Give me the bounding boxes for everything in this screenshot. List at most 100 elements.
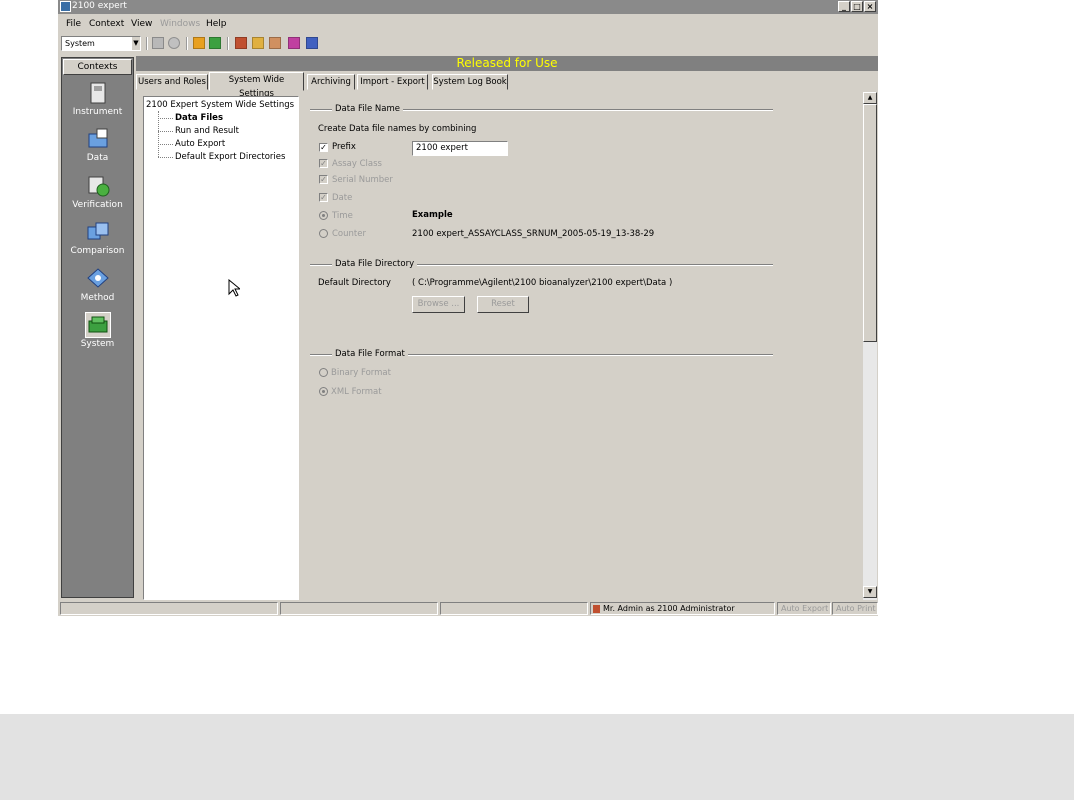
- assay-class-checkbox[interactable]: ✓: [319, 159, 328, 168]
- vertical-scrollbar[interactable]: ▲ ▼: [863, 92, 877, 600]
- tree-item-auto-export[interactable]: Auto Export: [175, 139, 225, 149]
- tree-connector: [158, 157, 173, 158]
- scroll-up-icon[interactable]: ▲: [863, 92, 877, 104]
- scroll-down-icon[interactable]: ▼: [863, 586, 877, 598]
- group-title-data-file-name: Data File Name: [332, 104, 403, 114]
- scroll-thumb[interactable]: [863, 104, 877, 342]
- context-method[interactable]: Method: [62, 266, 133, 303]
- tree-connector: [158, 131, 173, 132]
- context-system[interactable]: System: [62, 312, 133, 349]
- app-icon: [60, 1, 71, 12]
- group-title-data-file-directory: Data File Directory: [332, 259, 418, 269]
- context-instrument[interactable]: Instrument: [62, 80, 133, 117]
- assay-class-label: Assay Class: [332, 159, 382, 169]
- status-user-text: Mr. Admin as 2100 Administrator: [603, 604, 735, 613]
- menu-bar: File Context View Windows Help: [58, 16, 878, 32]
- context-label: Method: [80, 293, 115, 303]
- tab-import-export[interactable]: Import - Export: [357, 74, 428, 90]
- toolbar: System ▼: [58, 34, 878, 54]
- refresh-icon[interactable]: [168, 37, 180, 49]
- group-title-data-file-format: Data File Format: [332, 349, 408, 359]
- context-label: Instrument: [72, 107, 123, 117]
- hand-icon[interactable]: [252, 37, 264, 49]
- counter-label: Counter: [332, 229, 366, 239]
- tab-system-wide-settings[interactable]: System Wide Settings: [209, 72, 304, 99]
- maximize-button[interactable]: □: [851, 1, 863, 12]
- browse-button[interactable]: Browse ...: [412, 296, 465, 313]
- export-icon[interactable]: [209, 37, 221, 49]
- instrument-icon: [85, 80, 111, 106]
- context-verification[interactable]: Verification: [62, 173, 133, 210]
- grid-icon[interactable]: [306, 37, 318, 49]
- xml-format-radio[interactable]: [319, 387, 328, 396]
- system-icon: [84, 312, 111, 338]
- settings-tree: 2100 Expert System Wide Settings Data Fi…: [143, 96, 299, 600]
- prefix-checkbox[interactable]: ✓: [319, 143, 328, 152]
- tree-item-default-export-directories[interactable]: Default Export Directories: [175, 152, 285, 162]
- contexts-header-button[interactable]: Contexts: [63, 59, 132, 75]
- context-label: Verification: [72, 200, 123, 210]
- prefix-label: Prefix: [332, 142, 356, 152]
- status-panel: [440, 602, 588, 615]
- binary-format-radio[interactable]: [319, 368, 328, 377]
- title-bar: 2100 expert _ □ ×: [58, 0, 878, 14]
- counter-radio[interactable]: [319, 229, 328, 238]
- user-icon: [593, 605, 600, 613]
- method-icon: [85, 266, 111, 292]
- context-data[interactable]: Data: [62, 126, 133, 163]
- data-icon: [85, 126, 111, 152]
- tree-item-run-and-result[interactable]: Run and Result: [175, 126, 239, 136]
- status-user: Mr. Admin as 2100 Administrator: [590, 602, 775, 615]
- status-panel: [60, 602, 278, 615]
- example-label: Example: [412, 210, 453, 220]
- serial-number-checkbox[interactable]: ✓: [319, 175, 328, 184]
- tab-users-and-roles[interactable]: Users and Roles: [136, 74, 208, 90]
- verification-icon: [85, 173, 111, 199]
- status-auto-export: Auto Export: [777, 602, 831, 615]
- example-filename: 2100 expert_ASSAYCLASS_SRNUM_2005-05-19_…: [412, 229, 655, 239]
- tree-root[interactable]: 2100 Expert System Wide Settings: [146, 100, 294, 110]
- toolbar-separator: [227, 37, 229, 50]
- menu-windows[interactable]: Windows: [160, 19, 200, 29]
- comparison-icon: [85, 219, 111, 245]
- menu-help[interactable]: Help: [206, 19, 227, 29]
- menu-file[interactable]: File: [66, 19, 81, 29]
- users-icon[interactable]: [235, 37, 247, 49]
- menu-context[interactable]: Context: [89, 19, 124, 29]
- date-checkbox[interactable]: ✓: [319, 193, 328, 202]
- context-label: System: [80, 339, 115, 349]
- binary-format-label: Binary Format: [331, 368, 391, 378]
- filename-instruction: Create Data file names by combining: [318, 124, 477, 134]
- date-label: Date: [332, 193, 353, 203]
- tree-item-data-files[interactable]: Data Files: [175, 113, 223, 123]
- home-icon[interactable]: [269, 37, 281, 49]
- release-status-banner: Released for Use: [136, 56, 878, 71]
- status-auto-print: Auto Print: [832, 602, 878, 615]
- serial-number-label: Serial Number: [332, 175, 393, 185]
- xml-format-label: XML Format: [331, 387, 382, 397]
- settings-panel: Data File Name Create Data file names by…: [303, 92, 863, 600]
- tab-archiving[interactable]: Archiving: [307, 74, 355, 90]
- time-radio[interactable]: [319, 211, 328, 220]
- default-directory-label: Default Directory: [318, 278, 391, 288]
- toolbar-separator: [146, 37, 148, 50]
- context-select[interactable]: System ▼: [61, 36, 141, 51]
- minimize-button[interactable]: _: [838, 1, 850, 12]
- status-bar: Mr. Admin as 2100 Administrator Auto Exp…: [58, 601, 878, 616]
- time-label: Time: [332, 211, 353, 221]
- default-directory-path: ( C:\Programme\Agilent\2100 bioanalyzer\…: [412, 278, 673, 288]
- prefix-input[interactable]: 2100 expert: [412, 141, 508, 156]
- status-panel: [280, 602, 438, 615]
- chart-icon[interactable]: [288, 37, 300, 49]
- save-icon[interactable]: [152, 37, 164, 49]
- tab-system-log-book[interactable]: System Log Book: [432, 74, 508, 90]
- menu-view[interactable]: View: [131, 19, 152, 29]
- reset-button[interactable]: Reset: [477, 296, 529, 313]
- lock-icon[interactable]: [193, 37, 205, 49]
- contexts-sidebar: Contexts Instrument Data Verification Co…: [61, 57, 134, 598]
- context-comparison[interactable]: Comparison: [62, 219, 133, 256]
- desktop-background-band: [0, 714, 1074, 800]
- close-button[interactable]: ×: [864, 1, 876, 12]
- tree-connector: [158, 118, 173, 119]
- chevron-down-icon[interactable]: ▼: [132, 37, 140, 50]
